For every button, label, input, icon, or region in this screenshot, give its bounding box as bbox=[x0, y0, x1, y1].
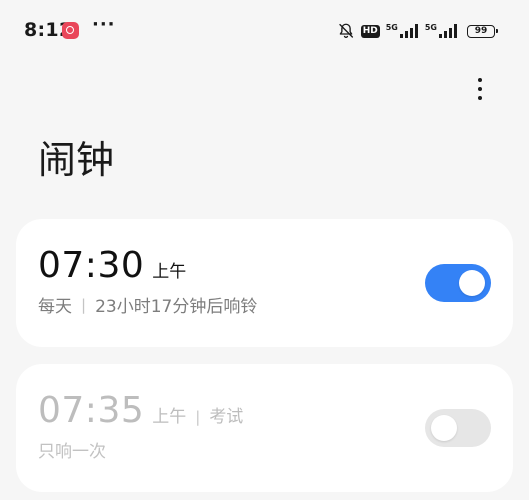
status-bar: 8:12 ··· HD 5G 5G 99 bbox=[0, 0, 529, 62]
signal-1: 5G bbox=[386, 24, 419, 38]
hd-icon: HD bbox=[360, 24, 380, 38]
mute-bell-icon bbox=[339, 23, 353, 38]
alarm-card[interactable]: 07:35 上午 | 考试 只响一次 bbox=[16, 364, 513, 492]
alarm-card[interactable]: 07:30 上午 每天 | 23小时17分钟后响铃 bbox=[16, 219, 513, 347]
alarm-time: 07:30 bbox=[38, 245, 145, 286]
alarm-countdown: 23小时17分钟后响铃 bbox=[95, 297, 258, 317]
battery-level: 99 bbox=[474, 25, 488, 36]
alarm-period: 上午 bbox=[152, 407, 187, 427]
more-vertical-icon[interactable] bbox=[466, 72, 494, 106]
alarm-header: 07:30 上午 bbox=[38, 245, 186, 286]
network-type-label: 5G bbox=[424, 23, 437, 32]
alarm-toggle[interactable] bbox=[425, 264, 491, 302]
more-notifications-icon: ··· bbox=[92, 14, 116, 35]
signal-strength-icon bbox=[399, 24, 418, 38]
alarm-time: 07:35 bbox=[38, 390, 145, 431]
network-type-label: 5G bbox=[385, 23, 398, 32]
alarm-repeat: 每天 bbox=[38, 297, 72, 317]
status-icons: HD 5G 5G 99 bbox=[337, 20, 498, 42]
alarm-period: 上午 bbox=[152, 262, 187, 282]
separator: | bbox=[81, 295, 87, 314]
signal-strength-icon bbox=[439, 24, 457, 38]
toggle-knob bbox=[431, 415, 457, 441]
alarm-details: 只响一次 bbox=[38, 437, 106, 462]
netease-music-icon bbox=[62, 22, 79, 39]
battery-icon: 99 bbox=[467, 24, 498, 38]
alarm-toggle[interactable] bbox=[425, 409, 491, 447]
signal-2: 5G bbox=[425, 24, 458, 38]
separator: | bbox=[195, 408, 201, 426]
page-title: 闹钟 bbox=[38, 138, 115, 182]
alarm-label: 考试 bbox=[209, 407, 244, 427]
alarm-repeat: 只响一次 bbox=[38, 442, 106, 462]
alarm-header: 07:35 上午 | 考试 bbox=[38, 390, 243, 431]
alarm-details: 每天 | 23小时17分钟后响铃 bbox=[38, 292, 258, 318]
toggle-knob bbox=[459, 270, 485, 296]
